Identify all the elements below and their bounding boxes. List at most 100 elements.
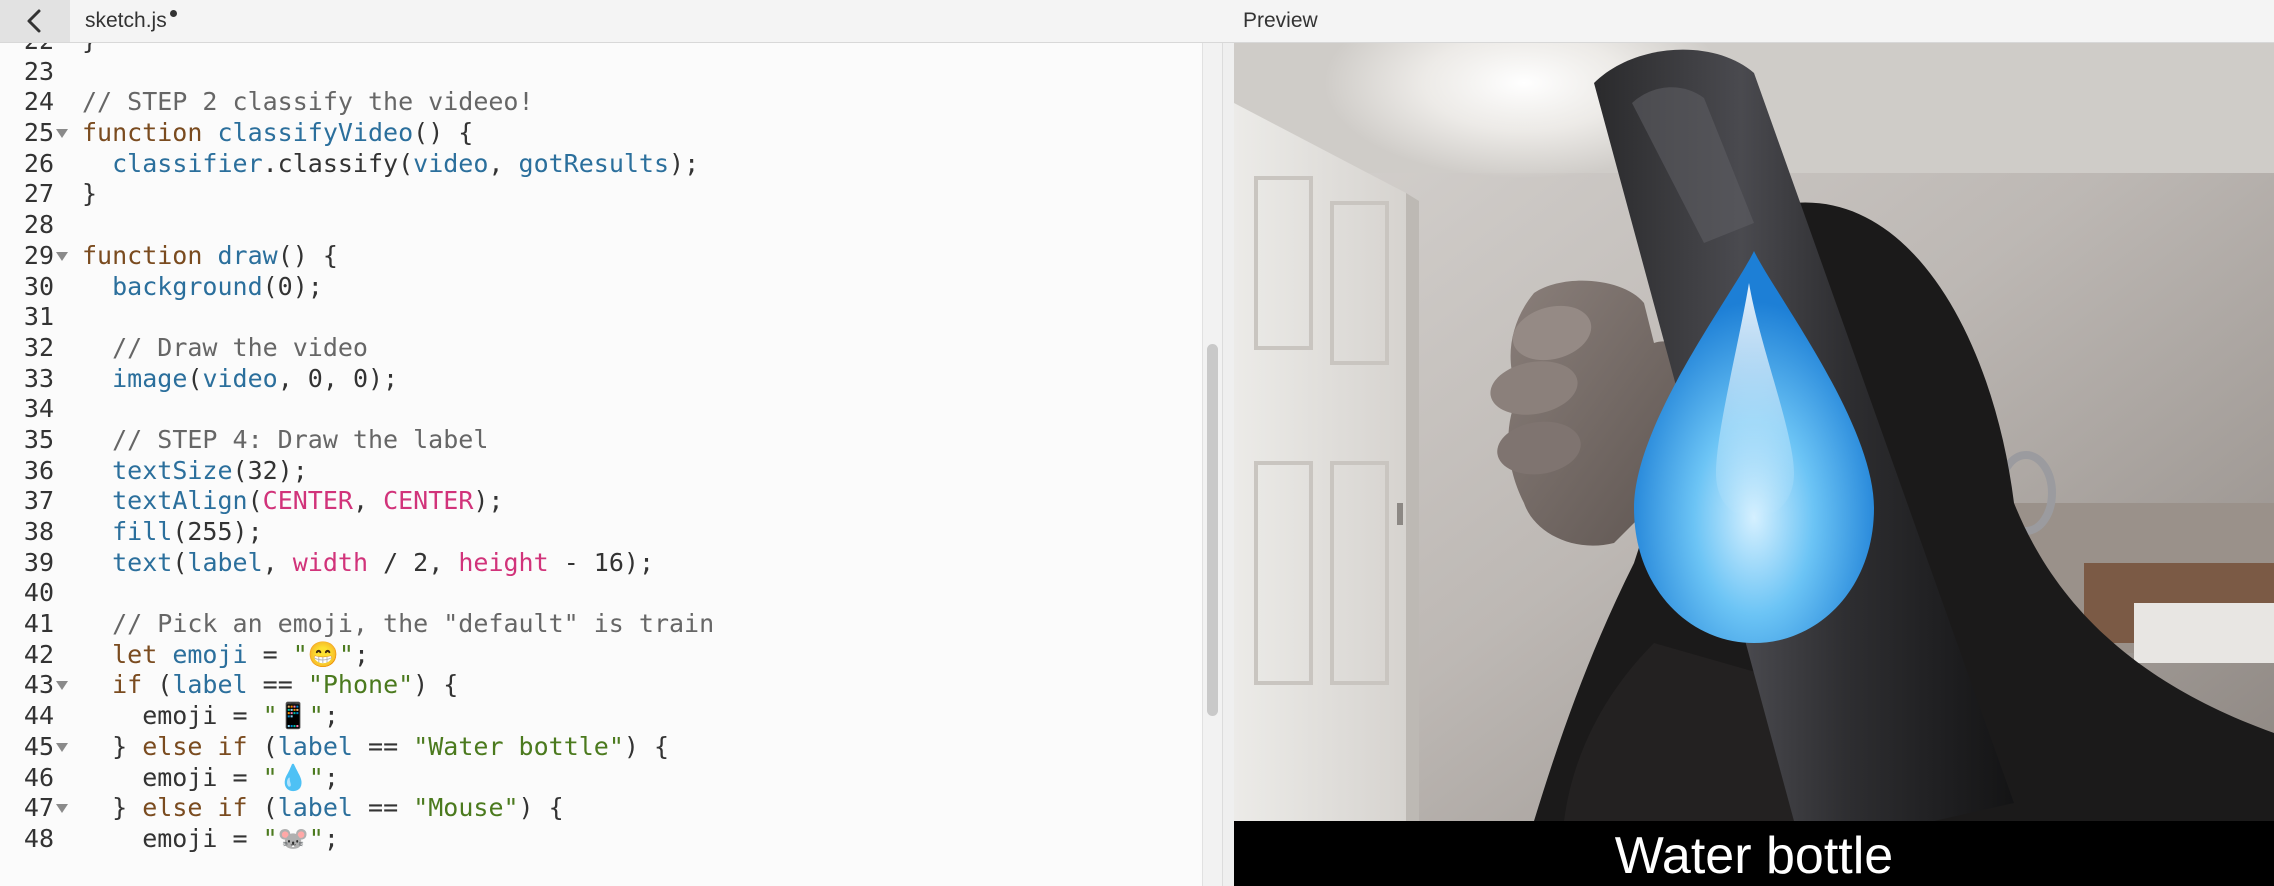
fold-arrow-icon[interactable] bbox=[56, 129, 68, 139]
code-line[interactable]: 45 } else if (label == "Water bottle") { bbox=[0, 732, 1200, 763]
code-line[interactable]: 27} bbox=[0, 179, 1200, 210]
code-line[interactable]: 33 image(video, 0, 0); bbox=[0, 364, 1200, 395]
preview-title: Preview bbox=[1243, 9, 1318, 32]
code-line[interactable]: 38 fill(255); bbox=[0, 517, 1200, 548]
code-text: image(video, 0, 0); bbox=[82, 364, 398, 395]
code-token: height bbox=[458, 547, 549, 577]
code-token: ); bbox=[473, 486, 504, 516]
code-token: "Water bottle" bbox=[413, 731, 624, 761]
line-number: 25 bbox=[23, 118, 54, 148]
code-token: (32); bbox=[232, 455, 308, 485]
code-line[interactable]: 48 emoji = "🐭"; bbox=[0, 824, 1200, 855]
code-editor[interactable]: 22}2324// STEP 2 classify the videeo!25f… bbox=[0, 43, 1222, 886]
code-line[interactable]: 46 emoji = "💧"; bbox=[0, 763, 1200, 794]
code-line[interactable]: 39 text(label, width / 2, height - 16); bbox=[0, 548, 1200, 579]
line-number: 22 bbox=[0, 43, 54, 57]
code-token: ; bbox=[323, 701, 339, 731]
code-token: ( bbox=[262, 731, 278, 761]
code-line[interactable]: 22} bbox=[0, 43, 1200, 57]
code-line[interactable]: 28 bbox=[0, 210, 1200, 241]
file-tab[interactable]: sketch.js bbox=[85, 0, 177, 42]
code-token: == bbox=[247, 670, 308, 700]
code-line[interactable]: 35 // STEP 4: Draw the label bbox=[0, 425, 1200, 456]
code-line[interactable]: 44 emoji = "📱"; bbox=[0, 701, 1200, 732]
line-number: 39 bbox=[23, 547, 54, 577]
code-text: function classifyVideo() { bbox=[82, 118, 473, 149]
code-text: fill(255); bbox=[82, 517, 263, 548]
line-number: 28 bbox=[23, 210, 54, 240]
code-line[interactable]: 31 bbox=[0, 302, 1200, 333]
code-line[interactable]: 23 bbox=[0, 57, 1200, 88]
code-token: ( bbox=[172, 547, 188, 577]
code-token: // Draw the video bbox=[112, 332, 368, 362]
fold-arrow-icon[interactable] bbox=[56, 251, 68, 261]
code-token: ( bbox=[247, 486, 263, 516]
line-number: 31 bbox=[23, 302, 54, 332]
line-number: 45 bbox=[23, 731, 54, 761]
code-token: == bbox=[352, 731, 414, 761]
back-button[interactable] bbox=[0, 0, 70, 42]
line-number: 33 bbox=[23, 363, 54, 393]
code-token: label bbox=[277, 731, 353, 761]
code-line[interactable]: 40 bbox=[0, 578, 1200, 609]
code-line[interactable]: 41 // Pick an emoji, the "default" is tr… bbox=[0, 609, 1200, 640]
line-number: 42 bbox=[23, 639, 54, 669]
code-text: // STEP 4: Draw the label bbox=[82, 425, 488, 456]
fold-arrow-icon[interactable] bbox=[56, 681, 68, 691]
fold-arrow-icon[interactable] bbox=[56, 742, 68, 752]
code-line[interactable]: 32 // Draw the video bbox=[0, 333, 1200, 364]
code-line[interactable]: 36 textSize(32); bbox=[0, 456, 1200, 487]
classification-label: Water bottle bbox=[1614, 827, 1894, 885]
line-number: 44 bbox=[23, 701, 54, 731]
line-number: 47 bbox=[23, 793, 54, 823]
line-number: 38 bbox=[23, 517, 54, 546]
code-token: - 16); bbox=[548, 547, 655, 577]
code-token: function bbox=[82, 118, 218, 148]
line-number: 23 bbox=[23, 56, 54, 86]
code-line[interactable]: 26 classifier.classify(video, gotResults… bbox=[0, 149, 1200, 180]
code-token: = bbox=[247, 639, 293, 669]
code-text: } bbox=[82, 43, 97, 57]
code-token: text bbox=[112, 547, 173, 577]
app-window: sketch.js Preview 22}2324// STEP 2 class… bbox=[0, 0, 2274, 886]
code-line[interactable]: 43 if (label == "Phone") { bbox=[0, 670, 1200, 701]
caption-bar: Water bottle bbox=[1234, 821, 2274, 886]
code-line[interactable]: 37 textAlign(CENTER, CENTER); bbox=[0, 486, 1200, 517]
code-line[interactable]: 25 function classifyVideo() { bbox=[0, 118, 1200, 149]
code-token: } bbox=[82, 179, 98, 209]
code-line[interactable]: 29 function draw() { bbox=[0, 241, 1200, 272]
code-token: classifier bbox=[112, 148, 263, 178]
line-number: 48 bbox=[23, 823, 54, 853]
code-token: , bbox=[352, 486, 384, 516]
code-token: else if bbox=[142, 731, 263, 761]
line-number: 46 bbox=[23, 762, 54, 792]
code-text: textSize(32); bbox=[82, 456, 308, 487]
code-line[interactable]: 47 } else if (label == "Mouse") { bbox=[0, 793, 1200, 824]
code-token: , bbox=[488, 148, 519, 178]
editor-scrollbar-thumb[interactable] bbox=[1207, 344, 1218, 716]
fold-arrow-icon[interactable] bbox=[56, 804, 68, 814]
code-token: / 2, bbox=[368, 547, 459, 577]
code-token: fill bbox=[112, 517, 173, 546]
code-text: textAlign(CENTER, CENTER); bbox=[82, 486, 503, 517]
code-line[interactable]: 42 let emoji = "😁"; bbox=[0, 640, 1200, 671]
code-token: "Phone" bbox=[307, 670, 414, 700]
code-token: background bbox=[112, 271, 263, 301]
code-line[interactable]: 30 background(0); bbox=[0, 272, 1200, 303]
code-line[interactable]: 24 // STEP 2 classify the videeo! bbox=[0, 87, 1200, 118]
code-text: // STEP 2 classify the videeo! bbox=[82, 87, 534, 118]
line-number: 43 bbox=[23, 670, 54, 700]
code-token: ( bbox=[157, 670, 173, 700]
line-number: 37 bbox=[23, 486, 54, 516]
code-token: width bbox=[292, 547, 369, 577]
code-token: classifyVideo bbox=[217, 118, 414, 148]
code-line[interactable]: 34 bbox=[0, 394, 1200, 425]
code-text: } else if (label == "Water bottle") { bbox=[82, 732, 669, 763]
code-token: "😁" bbox=[292, 639, 354, 669]
